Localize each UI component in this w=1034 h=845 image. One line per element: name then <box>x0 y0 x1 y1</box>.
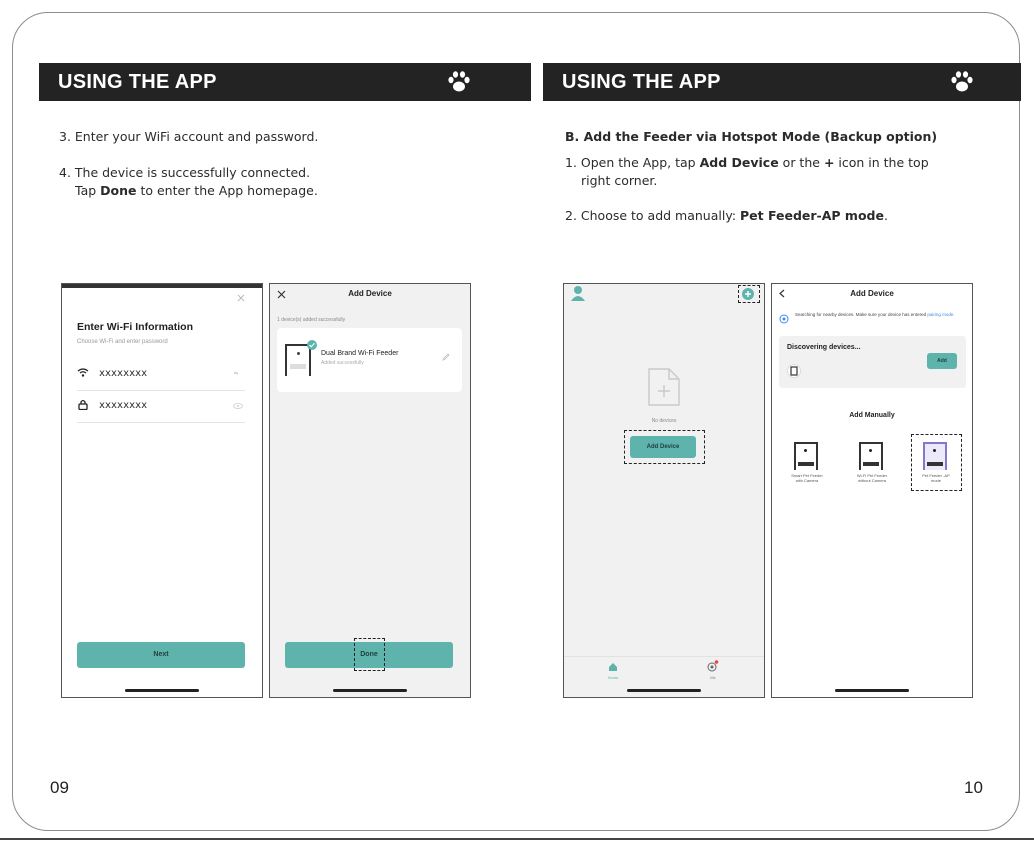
me-tab-label[interactable]: Me <box>698 675 728 680</box>
done-highlight <box>354 638 385 671</box>
device-status: Added successfully <box>321 360 364 366</box>
next-button[interactable]: Next <box>77 642 245 668</box>
phone-added-screen: Add Device 1 device(s) added successfull… <box>269 283 471 698</box>
divider <box>77 422 245 423</box>
right-header-bar: USING THE APP <box>543 63 1021 101</box>
searching-text: Searching for nearby devices. Make sure … <box>795 312 960 318</box>
me-tab-icon[interactable] <box>707 660 719 672</box>
home-indicator <box>627 689 701 692</box>
manual-item-0[interactable]: Smart Pet Feeder with Camera <box>782 473 832 483</box>
paw-icon <box>448 71 470 92</box>
step-4-tap: Tap <box>75 183 101 198</box>
left-header-bar: USING THE APP <box>39 63 531 101</box>
device-card[interactable]: Dual Brand Wi-Fi Feeder Added successful… <box>277 328 462 392</box>
step-4-done: Done <box>100 183 137 198</box>
lock-icon <box>78 399 88 410</box>
step-2-end: . <box>883 208 888 223</box>
sheet-edge <box>62 284 262 288</box>
empty-document-icon <box>648 368 680 406</box>
step-1-b: or the <box>778 155 824 170</box>
left-header-title: USING THE APP <box>58 71 217 93</box>
wifi-subtitle: Choose Wi-Fi and enter password <box>77 339 168 345</box>
section-b-title: B. Add the Feeder via Hotspot Mode (Back… <box>565 129 938 144</box>
divider <box>77 390 245 391</box>
password-field[interactable]: xxxxxxxx <box>99 400 147 411</box>
home-indicator <box>835 689 909 692</box>
add-device-highlight <box>624 430 705 464</box>
step-4-rest: to enter the App homepage. <box>136 183 318 198</box>
added-title: Add Device <box>348 289 392 298</box>
home-indicator <box>125 689 199 692</box>
add-small-button[interactable]: Add <box>927 353 957 369</box>
page-number-right: 10 <box>964 778 983 797</box>
home-indicator <box>333 689 407 692</box>
pairing-mode-link[interactable]: pairing mode. <box>927 312 954 317</box>
step-2-a: 2. Choose to add manually: <box>565 208 741 223</box>
paw-icon <box>951 71 973 92</box>
avatar-icon[interactable] <box>571 285 585 301</box>
phone-add-screen: Add Device Searching for nearby devices.… <box>771 283 973 698</box>
plus-highlight <box>738 285 760 303</box>
searching-message: Searching for nearby devices. Make sure … <box>795 312 927 317</box>
ap-mode-highlight <box>911 434 962 491</box>
step-2-mode: Pet Feeder-AP mode <box>740 208 884 223</box>
search-radar-icon <box>779 314 789 324</box>
check-badge-icon <box>307 340 317 350</box>
edit-icon[interactable] <box>442 353 450 361</box>
step-4-line2: Tap Done to enter the App homepage. <box>75 182 318 200</box>
add-manually-title: Add Manually <box>849 412 895 419</box>
step-1-line1: 1. Open the App, tap Add Device or the +… <box>565 154 929 172</box>
phone-home-screen: No devices Add Device Home Me <box>563 283 765 698</box>
right-header-title: USING THE APP <box>562 71 721 93</box>
page-number-left: 09 <box>50 778 69 797</box>
discovering-card: Discovering devices... Add <box>779 336 966 388</box>
manual-item-1-line2: without Camera <box>857 478 886 483</box>
step-1-add-device: Add Device <box>699 155 779 170</box>
manual-item-0-line2: with Camera <box>795 478 819 483</box>
feeder-nocamera-icon[interactable] <box>859 442 883 470</box>
empty-text: No devices <box>651 418 677 424</box>
feeder-camera-icon[interactable] <box>794 442 818 470</box>
discovering-text: Discovering devices... <box>787 344 861 351</box>
phone-wifi-screen: Enter Wi-Fi Information Choose Wi-Fi and… <box>61 283 263 698</box>
wifi-title: Enter Wi-Fi Information <box>77 321 193 333</box>
device-found-icon <box>787 364 801 378</box>
bottom-rule <box>0 838 1034 840</box>
eye-icon[interactable] <box>233 403 243 409</box>
step-2-text: 2. Choose to add manually: Pet Feeder-AP… <box>565 207 888 225</box>
tabbar-divider <box>564 656 764 657</box>
step-1-plus: + <box>823 155 835 170</box>
wifi-icon <box>77 368 89 377</box>
step-4-line1: 4. The device is successfully connected. <box>59 165 311 180</box>
added-note: 1 device(s) added successfully <box>277 317 346 323</box>
step-1-c: icon in the top <box>834 155 929 170</box>
step-1-a: 1. Open the App, tap <box>565 155 700 170</box>
step-3-text: 3. Enter your WiFi account and password. <box>59 129 319 144</box>
step-1-line2: right corner. <box>581 173 658 188</box>
add-title: Add Device <box>850 289 894 298</box>
ssid-field[interactable]: xxxxxxxx <box>99 368 147 379</box>
switch-wifi-icon[interactable]: ⇆ <box>234 371 238 377</box>
device-name: Dual Brand Wi-Fi Feeder <box>321 350 399 357</box>
close-icon[interactable] <box>237 294 245 302</box>
home-tab-icon[interactable] <box>608 662 618 672</box>
manual-item-1[interactable]: Wi-Fi Pet Feeder without Camera <box>847 473 897 483</box>
home-tab-label[interactable]: Home <box>598 675 628 680</box>
